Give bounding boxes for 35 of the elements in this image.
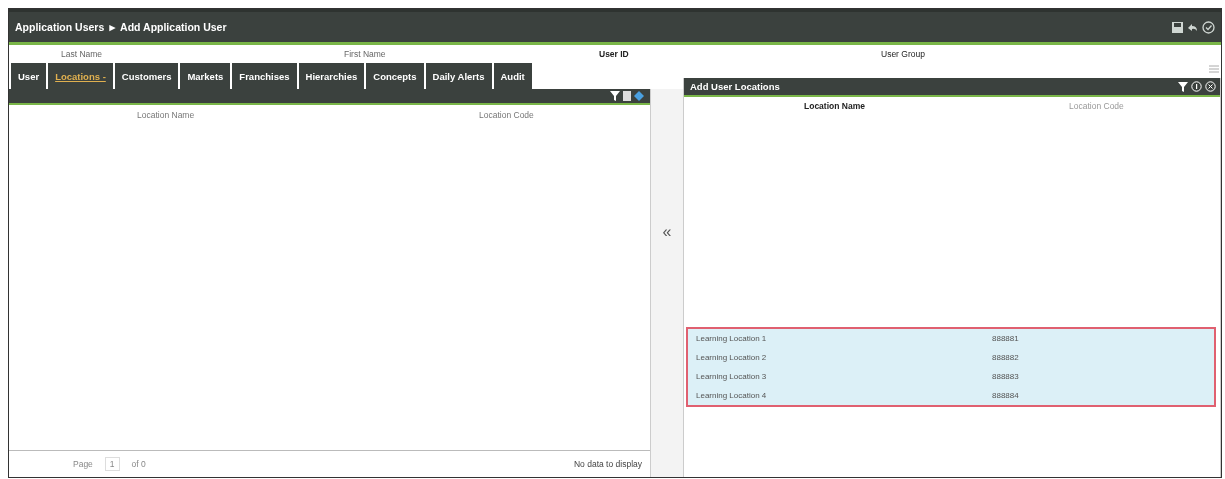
tab[interactable]: Hierarchies	[298, 63, 365, 89]
tab[interactable]: Concepts	[366, 63, 424, 89]
table-row[interactable]: Learning Location 1 888881	[688, 329, 1214, 348]
tab[interactable]: Locations -	[48, 63, 113, 89]
field-label: User ID	[599, 49, 629, 59]
window-title: Application Users ► Add Application User	[15, 21, 227, 33]
table-cell: 888881	[992, 334, 1019, 343]
table-cell-text: Learning Location 1	[695, 334, 768, 343]
table-cell-text: Learning Location 4	[695, 391, 768, 400]
field-label: Last Name	[61, 49, 103, 59]
table-row[interactable]: Learning Location 2 888882	[688, 348, 1214, 367]
table-row[interactable]: Learning Location 4 888884	[688, 386, 1214, 405]
tab[interactable]: Audit	[493, 63, 532, 89]
tab[interactable]: Daily Alerts	[425, 63, 492, 89]
field-label: User Group	[881, 49, 925, 59]
tab[interactable]: Franchises	[232, 63, 297, 89]
pager-label: Page	[73, 459, 93, 469]
column-header[interactable]: Location Name	[137, 110, 195, 120]
table-cell: 888883	[992, 372, 1019, 381]
tab[interactable]: Customers	[114, 63, 179, 89]
table-row[interactable]: Learning Location 3 888883	[688, 367, 1214, 386]
move-left-button[interactable]: «	[658, 221, 676, 243]
table-cell-text: Learning Location 2	[695, 353, 768, 362]
page-count: of 0	[131, 459, 146, 469]
table-cell: 888882	[992, 353, 1019, 362]
page-field[interactable]: 1	[104, 457, 120, 471]
tab[interactable]: Markets	[180, 63, 231, 89]
column-header[interactable]: Location Code	[479, 110, 534, 120]
panel-title: Add User Locations	[690, 81, 780, 92]
table-cell-text: Learning Location 3	[695, 372, 768, 381]
status-text: No data to display	[573, 459, 642, 469]
field-label: First Name	[344, 49, 386, 59]
tab[interactable]: User	[11, 63, 47, 89]
table-cell: 888884	[992, 391, 1019, 400]
column-header[interactable]: Location Name	[804, 101, 865, 111]
